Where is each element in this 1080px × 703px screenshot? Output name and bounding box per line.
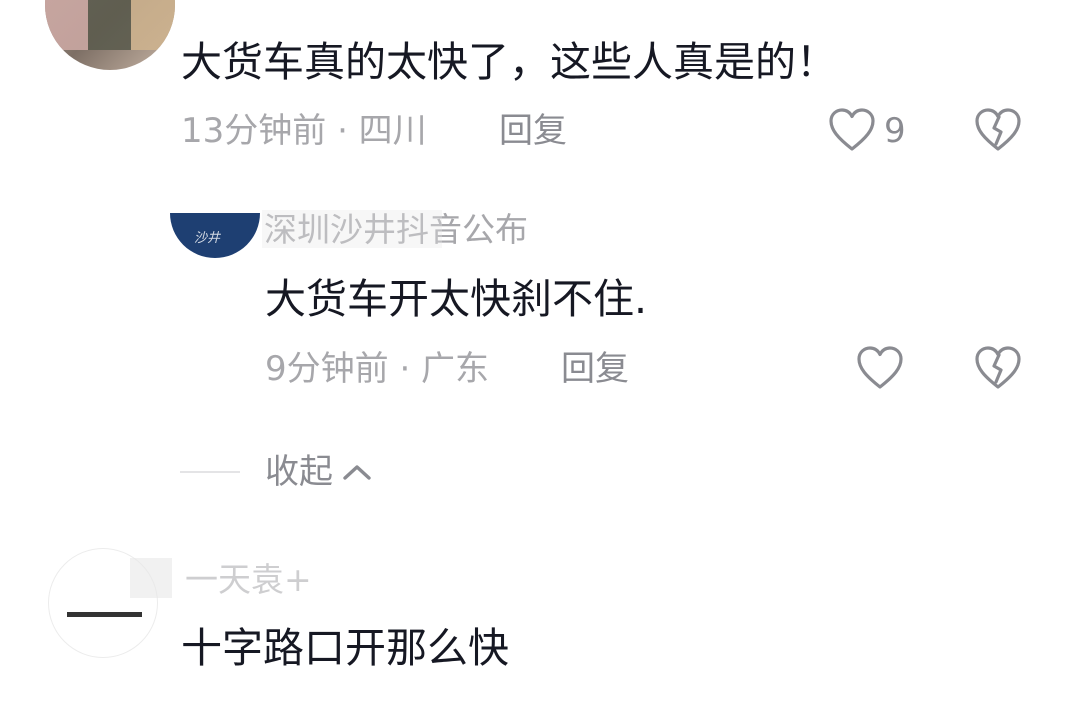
avatar-graphic	[67, 612, 142, 617]
broken-heart-icon	[975, 346, 1021, 389]
comment-text: 大货车真的太快了，这些人真是的！	[181, 38, 837, 86]
heart-outline-icon	[857, 346, 903, 389]
reply-text: 大货车开太快刹不住.	[265, 275, 648, 323]
dislike-button[interactable]	[974, 107, 1022, 153]
comment-text: 十字路口开那么快	[181, 624, 509, 672]
broken-heart-icon	[975, 108, 1021, 151]
collapse-label: 收起	[265, 452, 333, 492]
heart-outline-icon	[829, 108, 875, 151]
collapse-button[interactable]: 收起	[265, 450, 375, 494]
reply-time-location: 9分钟前 · 广东	[265, 349, 490, 389]
username-mosaic	[130, 558, 172, 598]
reply-button[interactable]: 回复	[499, 109, 567, 153]
avatar-mosaic	[45, 0, 175, 50]
collapse-divider	[180, 471, 240, 473]
like-button[interactable]	[856, 345, 904, 391]
comment-username[interactable]: 一天袁+	[185, 560, 312, 600]
chevron-up-icon	[343, 465, 371, 480]
reply-button[interactable]: 回复	[561, 347, 629, 391]
like-count: 9	[884, 111, 906, 151]
replier-avatar[interactable]: 沙井	[170, 213, 260, 258]
comment-section: 大货车真的太快了，这些人真是的！ 13分钟前 · 四川 回复 9 沙井 深圳沙井…	[0, 0, 1080, 703]
dislike-button[interactable]	[974, 345, 1022, 391]
commenter-avatar[interactable]	[45, 0, 175, 70]
like-button[interactable]	[828, 107, 876, 153]
avatar-text: 沙井	[194, 231, 221, 246]
comment-time-location: 13分钟前 · 四川	[181, 111, 427, 151]
username-mosaic	[262, 210, 442, 248]
